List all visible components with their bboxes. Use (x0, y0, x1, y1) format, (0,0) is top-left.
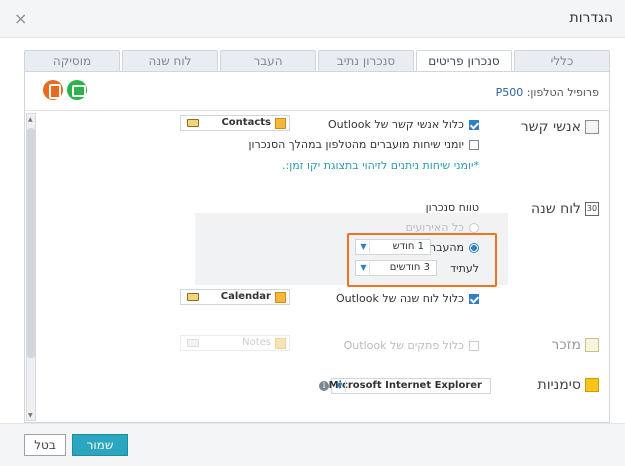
tab-path-sync[interactable]: סנכרון נתיב (318, 50, 414, 72)
past-duration-dropdown[interactable]: 1 חודש ▼ (355, 239, 431, 255)
calendar-include-checkbox[interactable] (469, 293, 479, 304)
call-log-note: *יומני שיחות ניתנים לזיהוי בתצוגת יקו זמ… (282, 159, 479, 172)
profile-label-text: פרופיל הטלפון: (526, 86, 599, 99)
calendar-folder-name: Calendar (220, 291, 271, 302)
past-radio[interactable] (469, 242, 479, 253)
browser-value: Microsoft Internet Explorer (328, 380, 482, 391)
call-log-checkbox[interactable] (469, 139, 479, 150)
future-row: לעתיד (450, 262, 479, 275)
folder-icon (187, 119, 199, 127)
tab-calendar[interactable]: לוח שנה (122, 50, 218, 72)
future-duration-dropdown[interactable]: 3 חודשים ▼ (355, 260, 437, 276)
contacts-folder-name: Contacts (221, 117, 271, 128)
window-title: הגדרות (569, 10, 613, 26)
info-icon[interactable]: i (319, 381, 329, 391)
folder-icon (187, 339, 199, 347)
notes-include-label: כלול פתקים של Outlook (343, 339, 464, 352)
scroll-down-icon[interactable]: ▼ (28, 412, 34, 419)
calendar-icon: 30 (585, 202, 599, 216)
chevron-down-icon: ▼ (334, 380, 346, 392)
outlook-folder-icon (275, 338, 286, 349)
notes-include-row: כלול פתקים של Outlook (344, 339, 479, 352)
cancel-button[interactable]: בטל (24, 434, 66, 456)
save-button[interactable]: שמור (72, 434, 128, 456)
profile-model: P500 (495, 86, 524, 99)
calendar-folder-picker[interactable]: Calendar (180, 289, 290, 305)
title-bar: × הגדרות (0, 0, 625, 38)
future-duration-value: 3 חודשים (389, 262, 430, 273)
tab-transfer[interactable]: העבר (220, 50, 316, 72)
close-icon[interactable]: × (14, 9, 27, 28)
folder-icon (187, 293, 199, 301)
contacts-include-row[interactable]: כלול אנשי קשר של Outlook (328, 118, 479, 131)
phone-device-icon[interactable] (43, 80, 63, 100)
tab-bar: מוסיקה לוח שנה העבר סנכרון נתיב סנכרון פ… (24, 50, 610, 73)
tab-music[interactable]: מוסיקה (24, 50, 120, 72)
scroll-thumb[interactable] (27, 128, 35, 358)
contacts-include-label: כלול אנשי קשר של Outlook (327, 118, 464, 131)
phone-profile: פרופיל הטלפון: P500 (496, 86, 599, 99)
calendar-include-row[interactable]: כלול לוח שנה של Outlook (336, 292, 479, 305)
star-icon (585, 378, 599, 392)
bookmarks-label-text: סימניות (537, 377, 581, 393)
browser-dropdown[interactable]: Microsoft Internet Explorer ▼ (328, 378, 491, 394)
contacts-include-checkbox[interactable] (469, 119, 479, 130)
outlook-folder-icon (275, 118, 286, 129)
notes-section-label: מזכר (551, 337, 599, 353)
note-icon (585, 338, 599, 352)
call-log-row[interactable]: יומני שיחות מועברים מהטלפון במהלך הסנכרו… (249, 138, 479, 151)
settings-scroll-area: ▲ ▼ אנשי קשר Contacts כלול אנשי קשר של O… (25, 110, 609, 422)
tab-item-sync[interactable]: סנכרון פריטים (416, 50, 512, 73)
vertical-scrollbar[interactable]: ▲ ▼ (26, 113, 36, 421)
contacts-folder-picker[interactable]: Contacts (180, 115, 290, 131)
outlook-folder-icon (275, 292, 286, 303)
all-events-radio[interactable] (469, 222, 479, 233)
calendar-label-text: לוח שנה (530, 201, 581, 217)
future-label: לעתיד (450, 262, 479, 275)
chevron-down-icon: ▼ (358, 262, 370, 274)
calendar-include-label: כלול לוח שנה של Outlook (335, 292, 464, 305)
contacts-section-label: אנשי קשר (521, 119, 599, 135)
notes-folder-picker: Notes (180, 335, 290, 351)
notes-label-text: מזכר (551, 337, 581, 353)
contact-card-icon (585, 120, 599, 134)
bookmarks-section-label: סימניות (538, 377, 599, 393)
footer-bar: בטל שמור (0, 423, 625, 466)
tab-general[interactable]: כללי (514, 50, 610, 72)
calendar-section-label: 30 לוח שנה (531, 201, 599, 217)
settings-panel: פרופיל הטלפון: P500 ▲ ▼ אנשי קשר Contact… (24, 71, 610, 423)
notes-include-checkbox (469, 340, 479, 351)
past-row[interactable]: מהעבר (430, 241, 479, 254)
computer-device-icon[interactable] (67, 80, 87, 100)
chevron-down-icon: ▼ (358, 241, 370, 253)
call-log-label: יומני שיחות מועברים מהטלפון במהלך הסנכרו… (248, 138, 464, 151)
contacts-label-text: אנשי קשר (520, 119, 581, 135)
past-label: מהעבר (429, 241, 464, 254)
notes-folder-name: Notes (242, 337, 271, 348)
past-duration-value: 1 חודש (392, 241, 424, 252)
scroll-up-icon[interactable]: ▲ (28, 116, 34, 123)
